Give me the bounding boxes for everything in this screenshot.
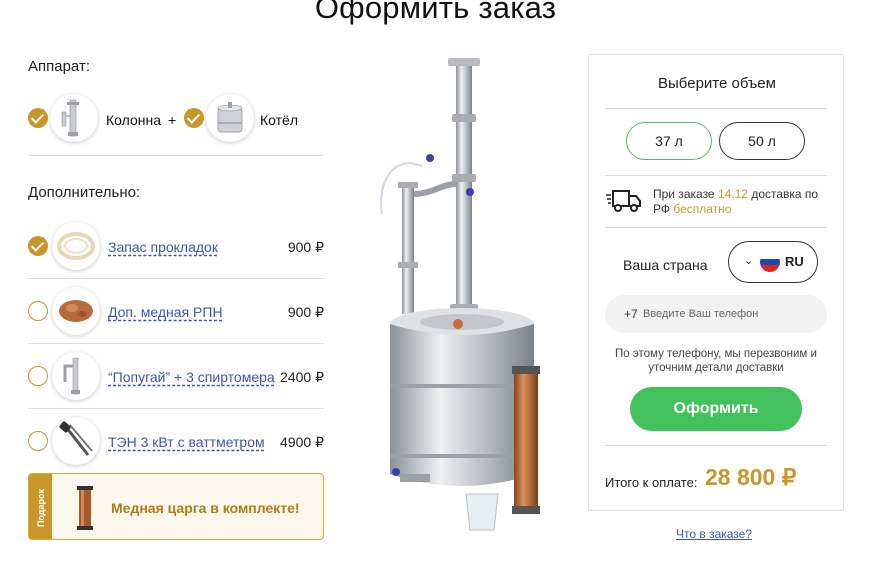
delivery-date: 14.12 [717,187,748,201]
row-divider [28,408,324,409]
gasket-checkbox[interactable] [28,236,48,256]
panel-divider [605,108,827,109]
country-select[interactable]: ⌄ RU [728,241,818,283]
addon-link-heater[interactable]: ТЭН 3 кВт с ваттметром [108,434,265,450]
extras-label: Дополнительно: [28,184,141,201]
plus-sign: + [168,112,177,128]
row-divider [28,278,324,279]
delivery-truck-icon [606,190,641,212]
delivery-info: При заказе 14.12 доставка по РФ бесплатн… [653,187,833,217]
distiller-product-image [380,58,540,531]
copper-rpn-checkbox[interactable] [28,301,48,321]
column-checkbox[interactable] [28,108,48,128]
addon-price: 2400 ₽ [280,369,324,385]
boiler-icon [206,94,254,142]
phone-input[interactable] [643,303,819,325]
total-value: 28 800 ₽ [705,464,797,490]
gift-tag-label: Подарок [35,488,46,527]
country-label: Ваша страна [623,257,708,273]
addon-link-parrot[interactable]: “Попугай” + 3 спиртомера [108,369,275,385]
whats-in-order-link[interactable]: Что в заказе? [676,527,752,541]
country-code: RU [785,254,804,269]
submit-order-button[interactable]: Оформить [630,387,802,431]
phone-field[interactable]: +7 [605,295,827,333]
panel-divider [605,445,827,446]
parrot-checkbox[interactable] [28,366,48,386]
boiler-checkbox[interactable] [184,108,204,128]
copper-pipe-icon [77,486,93,530]
parrot-icon [52,352,100,400]
heater-icon [52,417,100,465]
total-label: Итого к оплате: [605,475,698,490]
apparatus-label: Аппарат: [28,58,90,75]
row-divider [28,343,324,344]
copper-mesh-icon [52,287,100,335]
gift-banner: Подарок Медная царга в комплекте! [28,473,324,540]
delivery-pre: При заказе [653,187,718,201]
volume-50-button[interactable]: 50 л [719,122,805,160]
addon-link-copper-rpn[interactable]: Доп. медная РПН [108,304,223,320]
gift-tag: Подарок [29,474,52,539]
addon-link-gaskets[interactable]: Запас прокладок [108,239,218,255]
column-icon [50,94,98,142]
chevron-down-icon: ⌄ [744,255,754,267]
addon-price: 4900 ₽ [280,434,324,450]
order-panel: Выберите объем 37 л 50 л При заказе 14.1… [588,54,844,511]
addon-price: 900 ₽ [287,239,324,255]
gift-text: Медная царга в комплекте! [111,500,300,516]
heater-checkbox[interactable] [28,431,48,451]
column-label: Колонна [106,112,161,128]
panel-divider [605,175,827,176]
addon-price: 900 ₽ [287,304,324,320]
section-divider [28,155,324,156]
panel-divider [605,227,827,228]
page-title: Оформить заказ [314,0,557,25]
phone-prefix: +7 [624,307,638,321]
russia-flag-icon [760,252,780,272]
gasket-icon [52,222,100,270]
boiler-label: Котёл [260,112,299,128]
volume-37-button[interactable]: 37 л [626,122,712,160]
delivery-free: бесплатно [673,202,732,216]
phone-hint: По этому телефону, мы перезвоним и уточн… [615,348,817,374]
volume-title: Выберите объем [658,75,776,92]
